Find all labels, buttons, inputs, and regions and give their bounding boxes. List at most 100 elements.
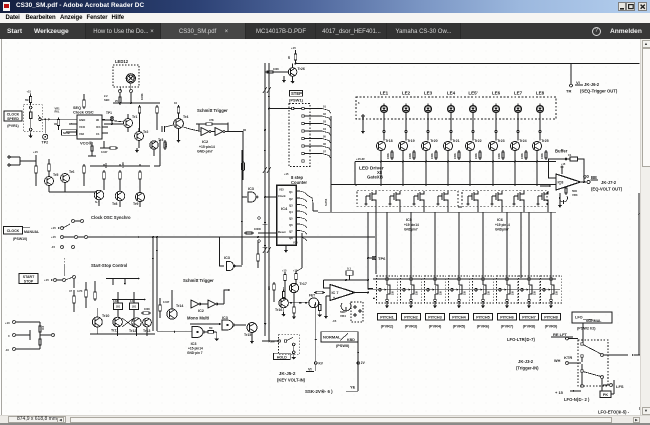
svg-text:0.02: 0.02 (130, 300, 135, 303)
svg-text:PSW: PSW (269, 340, 276, 344)
svg-text:100K: 100K (521, 153, 524, 159)
svg-text:47: 47 (69, 289, 72, 293)
svg-text:TP6: TP6 (378, 256, 386, 261)
svg-text:Tr1: Tr1 (132, 115, 137, 119)
svg-text:VR3: VR3 (572, 193, 578, 197)
svg-text:IC6: IC6 (497, 218, 503, 222)
svg-text:MANUAL: MANUAL (24, 230, 40, 234)
svg-text:+15·pin14: +15·pin14 (495, 223, 510, 227)
svg-text:GND: GND (79, 118, 85, 122)
svg-text:VCO①: VCO① (80, 141, 93, 146)
svg-text:+15·3F: +15·3F (356, 157, 365, 161)
svg-text:Tr3: Tr3 (158, 138, 163, 142)
svg-text:CLOCK: CLOCK (7, 112, 20, 116)
svg-text:PITCH3: PITCH3 (428, 316, 442, 320)
svg-text:LE4: LE4 (447, 91, 456, 96)
svg-text:25: 25 (115, 99, 118, 103)
svg-text:100K: 100K (541, 153, 544, 159)
svg-text:Q3: Q3 (289, 204, 293, 208)
svg-text:47K: 47K (209, 118, 214, 122)
svg-text:IC3: IC3 (41, 325, 45, 330)
svg-text:V33: V33 (79, 132, 84, 136)
svg-text:Tr16: Tr16 (275, 308, 282, 312)
svg-text:PK: PK (603, 393, 609, 397)
svg-text:0.047: 0.047 (101, 150, 108, 154)
svg-text:(PVR1): (PVR1) (7, 124, 18, 128)
svg-text:Q8: Q8 (289, 236, 293, 240)
svg-text:(PVR2): (PVR2) (381, 325, 394, 329)
svg-text:Q5: Q5 (289, 217, 293, 221)
svg-text:V33: V33 (293, 241, 298, 245)
svg-text:(PSW10): (PSW10) (13, 237, 27, 241)
svg-text:Clock OSC Synchro: Clock OSC Synchro (91, 215, 131, 220)
svg-text:-10: -10 (5, 348, 9, 352)
svg-text:NORMAL: NORMAL (323, 335, 341, 340)
svg-text:LED12: LED12 (115, 59, 129, 64)
svg-text:Schmitt Trigger: Schmitt Trigger (197, 108, 228, 113)
svg-text:IC3: IC3 (248, 187, 254, 191)
svg-text:Clock OSC: Clock OSC (73, 110, 94, 115)
svg-text:GND·pin 7: GND·pin 7 (187, 351, 203, 355)
svg-text:YE: YE (350, 384, 356, 389)
svg-text:STOP: STOP (24, 280, 34, 284)
svg-text:BE: BE (591, 175, 597, 180)
svg-text:N15B: N15B (63, 131, 70, 135)
svg-text:-15: -15 (332, 319, 337, 323)
svg-text:LE6: LE6 (492, 91, 501, 96)
svg-text:IC2: IC2 (202, 139, 209, 144)
svg-text:0.1: 0.1 (347, 267, 351, 271)
svg-text:1B1: 1B1 (116, 306, 121, 309)
svg-text:IC2: IC2 (198, 309, 204, 313)
svg-text:PITCH1: PITCH1 (380, 316, 394, 320)
svg-text:+15: +15 (51, 226, 56, 230)
svg-text:PITCH4: PITCH4 (452, 316, 466, 320)
svg-text:+15·pin14: +15·pin14 (199, 145, 215, 149)
svg-text:C1: C1 (568, 153, 572, 157)
svg-text:Tr24: Tr24 (519, 139, 526, 143)
svg-text:JK-J7-2: JK-J7-2 (601, 180, 617, 185)
svg-text:(KEY VOLT-IN): (KEY VOLT-IN) (277, 378, 306, 383)
svg-text:TP2: TP2 (42, 141, 49, 145)
svg-text:STEP: STEP (291, 91, 302, 96)
svg-text:Q6: Q6 (289, 223, 293, 227)
svg-text:+15: +15 (27, 90, 32, 94)
svg-text:Schmitt Trigger: Schmitt Trigger (183, 278, 214, 283)
svg-text:LE3: LE3 (424, 91, 433, 96)
svg-text:+15·pin14: +15·pin14 (404, 223, 419, 227)
svg-text:03: 03 (323, 120, 326, 124)
svg-text:100K: 100K (273, 68, 279, 71)
svg-text:07: 07 (323, 150, 326, 154)
svg-text:4.7K: 4.7K (77, 289, 83, 293)
svg-text:Tr14: Tr14 (176, 304, 183, 308)
svg-text:JK-J5-2: JK-J5-2 (279, 371, 296, 376)
svg-text:IC4: IC4 (281, 206, 288, 211)
svg-text:HOLD: HOLD (277, 355, 287, 359)
svg-text:100K: 100K (140, 93, 144, 100)
svg-text:Tr6: Tr6 (69, 170, 74, 174)
svg-text:05: 05 (323, 135, 326, 139)
svg-text:01: 01 (323, 105, 326, 109)
svg-text:+10: +10 (5, 321, 10, 325)
svg-text:Tr20: Tr20 (430, 139, 437, 143)
svg-text:SPEED: SPEED (7, 117, 19, 121)
svg-text:0.02: 0.02 (113, 300, 118, 303)
svg-text:-15: -15 (51, 245, 55, 249)
svg-text:10K: 10K (465, 290, 467, 295)
svg-text:100K: 100K (475, 153, 478, 159)
svg-text:IC 7: IC 7 (332, 291, 339, 295)
svg-text:+ 15: + 15 (555, 390, 564, 395)
svg-text:+15: +15 (561, 163, 566, 166)
svg-text:TP1: TP1 (106, 111, 112, 115)
svg-text:10K: 10K (417, 290, 419, 295)
svg-text:(PVR5): (PVR5) (453, 325, 466, 329)
svg-text:LFO-N(①- 2 ): LFO-N(①- 2 ) (564, 397, 590, 402)
svg-text:(PSW2 I/2): (PSW2 I/2) (577, 327, 596, 331)
svg-text:5M: 5M (209, 327, 212, 330)
svg-text:5M: 5M (25, 99, 28, 102)
svg-text:100K: 100K (122, 162, 125, 168)
svg-text:VR4: VR4 (340, 314, 346, 318)
svg-text:Tr19: Tr19 (407, 139, 414, 143)
svg-text:10000: 10000 (254, 228, 262, 231)
svg-text:S-P03: S-P03 (324, 198, 328, 206)
svg-text:Tr25: Tr25 (541, 139, 548, 143)
